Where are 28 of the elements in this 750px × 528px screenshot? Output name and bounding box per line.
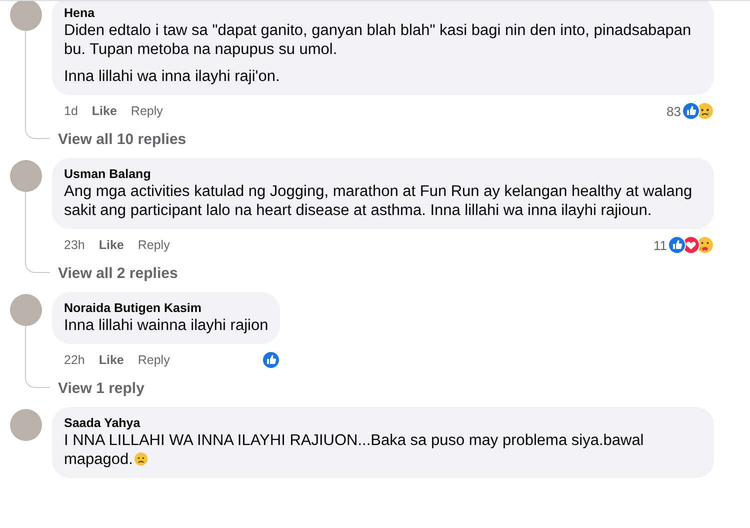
avatar-placeholder[interactable] bbox=[10, 1, 42, 31]
comment-text: Diden edtalo i taw sa "dapat ganito, ganyan blah blah" kasi bagi nin den into, pinadsabapan bu. Tupan metoba na napupus su umol. bbox=[64, 21, 692, 59]
comment-time[interactable]: 22h bbox=[64, 353, 85, 367]
commenter-name[interactable]: Noraida Butigen Kasim bbox=[64, 300, 268, 316]
comment-time[interactable]: 1d bbox=[64, 104, 78, 118]
comment-text: Ang mga activities katulad ng Jogging, marathon at Fun Run ay kelangan healthy at walang sakit ang participant lalo na heart disease at asthma. Inna lillahi wa inna ilayhi rajioun. bbox=[64, 182, 694, 220]
view-replies-link[interactable]: View all 10 replies bbox=[58, 131, 750, 148]
avatar-placeholder[interactable] bbox=[10, 294, 42, 326]
thread-line bbox=[25, 326, 50, 388]
comment-text: Inna lillahi wa inna ilayhi raji'on. bbox=[64, 67, 281, 86]
avatar-placeholder[interactable] bbox=[10, 409, 42, 441]
like-link[interactable]: Like bbox=[98, 353, 124, 367]
reaction-count[interactable]: 11 bbox=[654, 238, 667, 252]
reaction-count[interactable]: 83 bbox=[666, 104, 681, 118]
comment-text: I NNA LILLAHI WA INNA ILAYHI RAJIUON...Baka sa puso may problema siya.bawal mapagod. bbox=[64, 431, 645, 469]
view-replies-link[interactable]: View all 2 replies bbox=[58, 265, 750, 282]
comment-text: Inna lillahi wainna ilayhi rajion bbox=[64, 316, 268, 335]
commenter-name[interactable]: Hena bbox=[64, 5, 702, 21]
view-replies-link[interactable]: View 1 reply bbox=[58, 380, 750, 397]
avatar-placeholder[interactable] bbox=[10, 160, 42, 192]
commenter-name[interactable]: Saada Yahya bbox=[64, 415, 702, 431]
commenter-name[interactable]: Usman Balang bbox=[64, 166, 702, 182]
like-link[interactable]: Like bbox=[92, 104, 117, 118]
comment-time[interactable]: 23h bbox=[64, 238, 85, 252]
reply-link[interactable]: Reply bbox=[138, 238, 170, 252]
reply-link[interactable]: Reply bbox=[138, 353, 170, 367]
like-link[interactable]: Like bbox=[98, 238, 124, 252]
reply-link[interactable]: Reply bbox=[130, 104, 163, 118]
